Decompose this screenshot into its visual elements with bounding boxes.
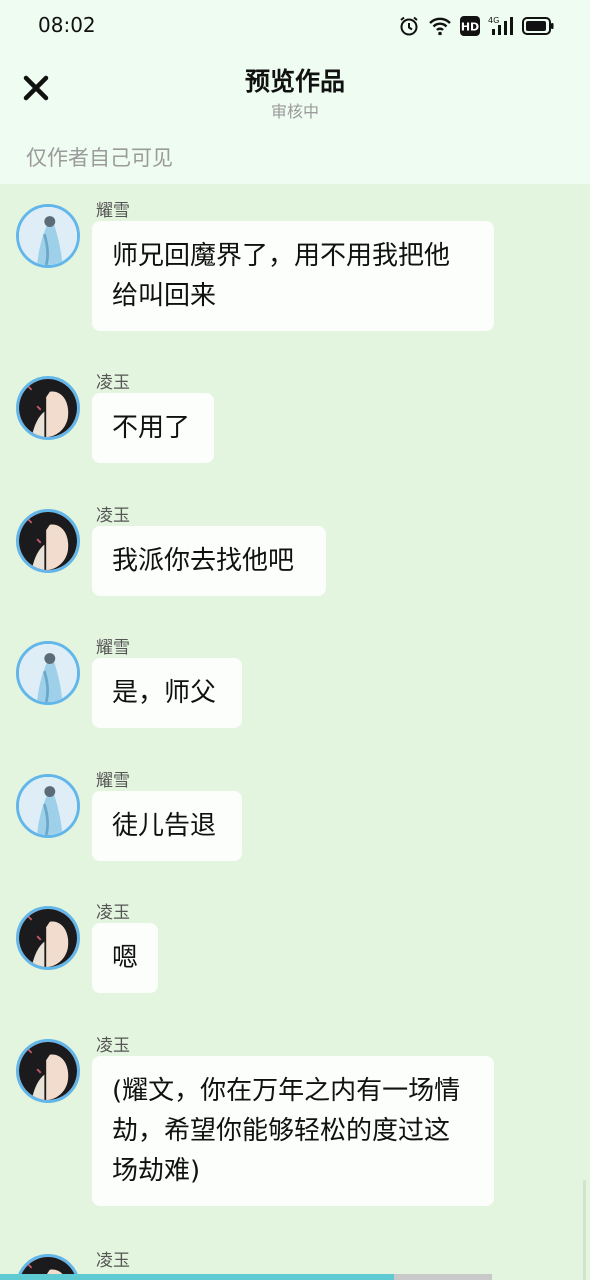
sender-name: 凌玉	[96, 903, 130, 923]
status-time: 08:02	[38, 13, 96, 37]
message-feed[interactable]: 耀雪 师兄回魔界了，用不用我把他给叫回来 凌玉 不用了 凌玉 我派你去找他吧 耀…	[0, 184, 590, 1280]
progress-bar	[0, 1274, 492, 1280]
lingyu-avatar[interactable]	[16, 376, 80, 440]
yaoxue-avatar[interactable]	[16, 204, 80, 268]
nav-bar: 预览作品 审核中	[0, 52, 590, 132]
message-bubble: 我派你去找他吧	[92, 526, 326, 596]
message-bubble: (耀文，你在万年之内有一场情劫，希望你能够轻松的度过这场劫难)	[92, 1056, 494, 1206]
sender-name: 凌玉	[96, 506, 130, 526]
message-bubble: 是，师父	[92, 658, 242, 728]
battery-icon	[522, 17, 554, 35]
sender-name: 凌玉	[96, 1036, 130, 1056]
message-bubble: 不用了	[92, 393, 214, 463]
yaoxue-avatar[interactable]	[16, 641, 80, 705]
header-area: 08:02 HD 4G 预览作品 审核中 仅作者自己可见	[0, 0, 590, 184]
visibility-note: 仅作者自己可见	[26, 146, 173, 170]
lingyu-avatar[interactable]	[16, 1039, 80, 1103]
wifi-icon	[428, 16, 452, 36]
sender-name: 耀雪	[96, 638, 130, 658]
sender-name: 耀雪	[96, 771, 130, 791]
sender-name: 凌玉	[96, 1251, 130, 1271]
lingyu-avatar[interactable]	[16, 906, 80, 970]
page-title: 预览作品	[244, 67, 345, 96]
message-bubble: 嗯	[92, 923, 158, 993]
status-bar: 08:02 HD 4G	[0, 0, 590, 52]
yaoxue-avatar[interactable]	[16, 774, 80, 838]
svg-text:4G: 4G	[488, 16, 499, 25]
message-bubble: 徒儿告退	[92, 791, 242, 861]
lingyu-avatar[interactable]	[16, 509, 80, 573]
svg-text:HD: HD	[461, 21, 479, 34]
sender-name: 凌玉	[96, 373, 130, 393]
signal-4g-icon: 4G	[488, 15, 514, 37]
sender-name: 耀雪	[96, 201, 130, 221]
progress-fill	[0, 1274, 394, 1280]
page-subtitle: 审核中	[270, 102, 319, 121]
alarm-icon	[398, 15, 420, 37]
message-bubble: 师兄回魔界了，用不用我把他给叫回来	[92, 221, 494, 331]
scrollbar[interactable]	[583, 1180, 586, 1280]
hd-icon: HD	[460, 16, 480, 36]
